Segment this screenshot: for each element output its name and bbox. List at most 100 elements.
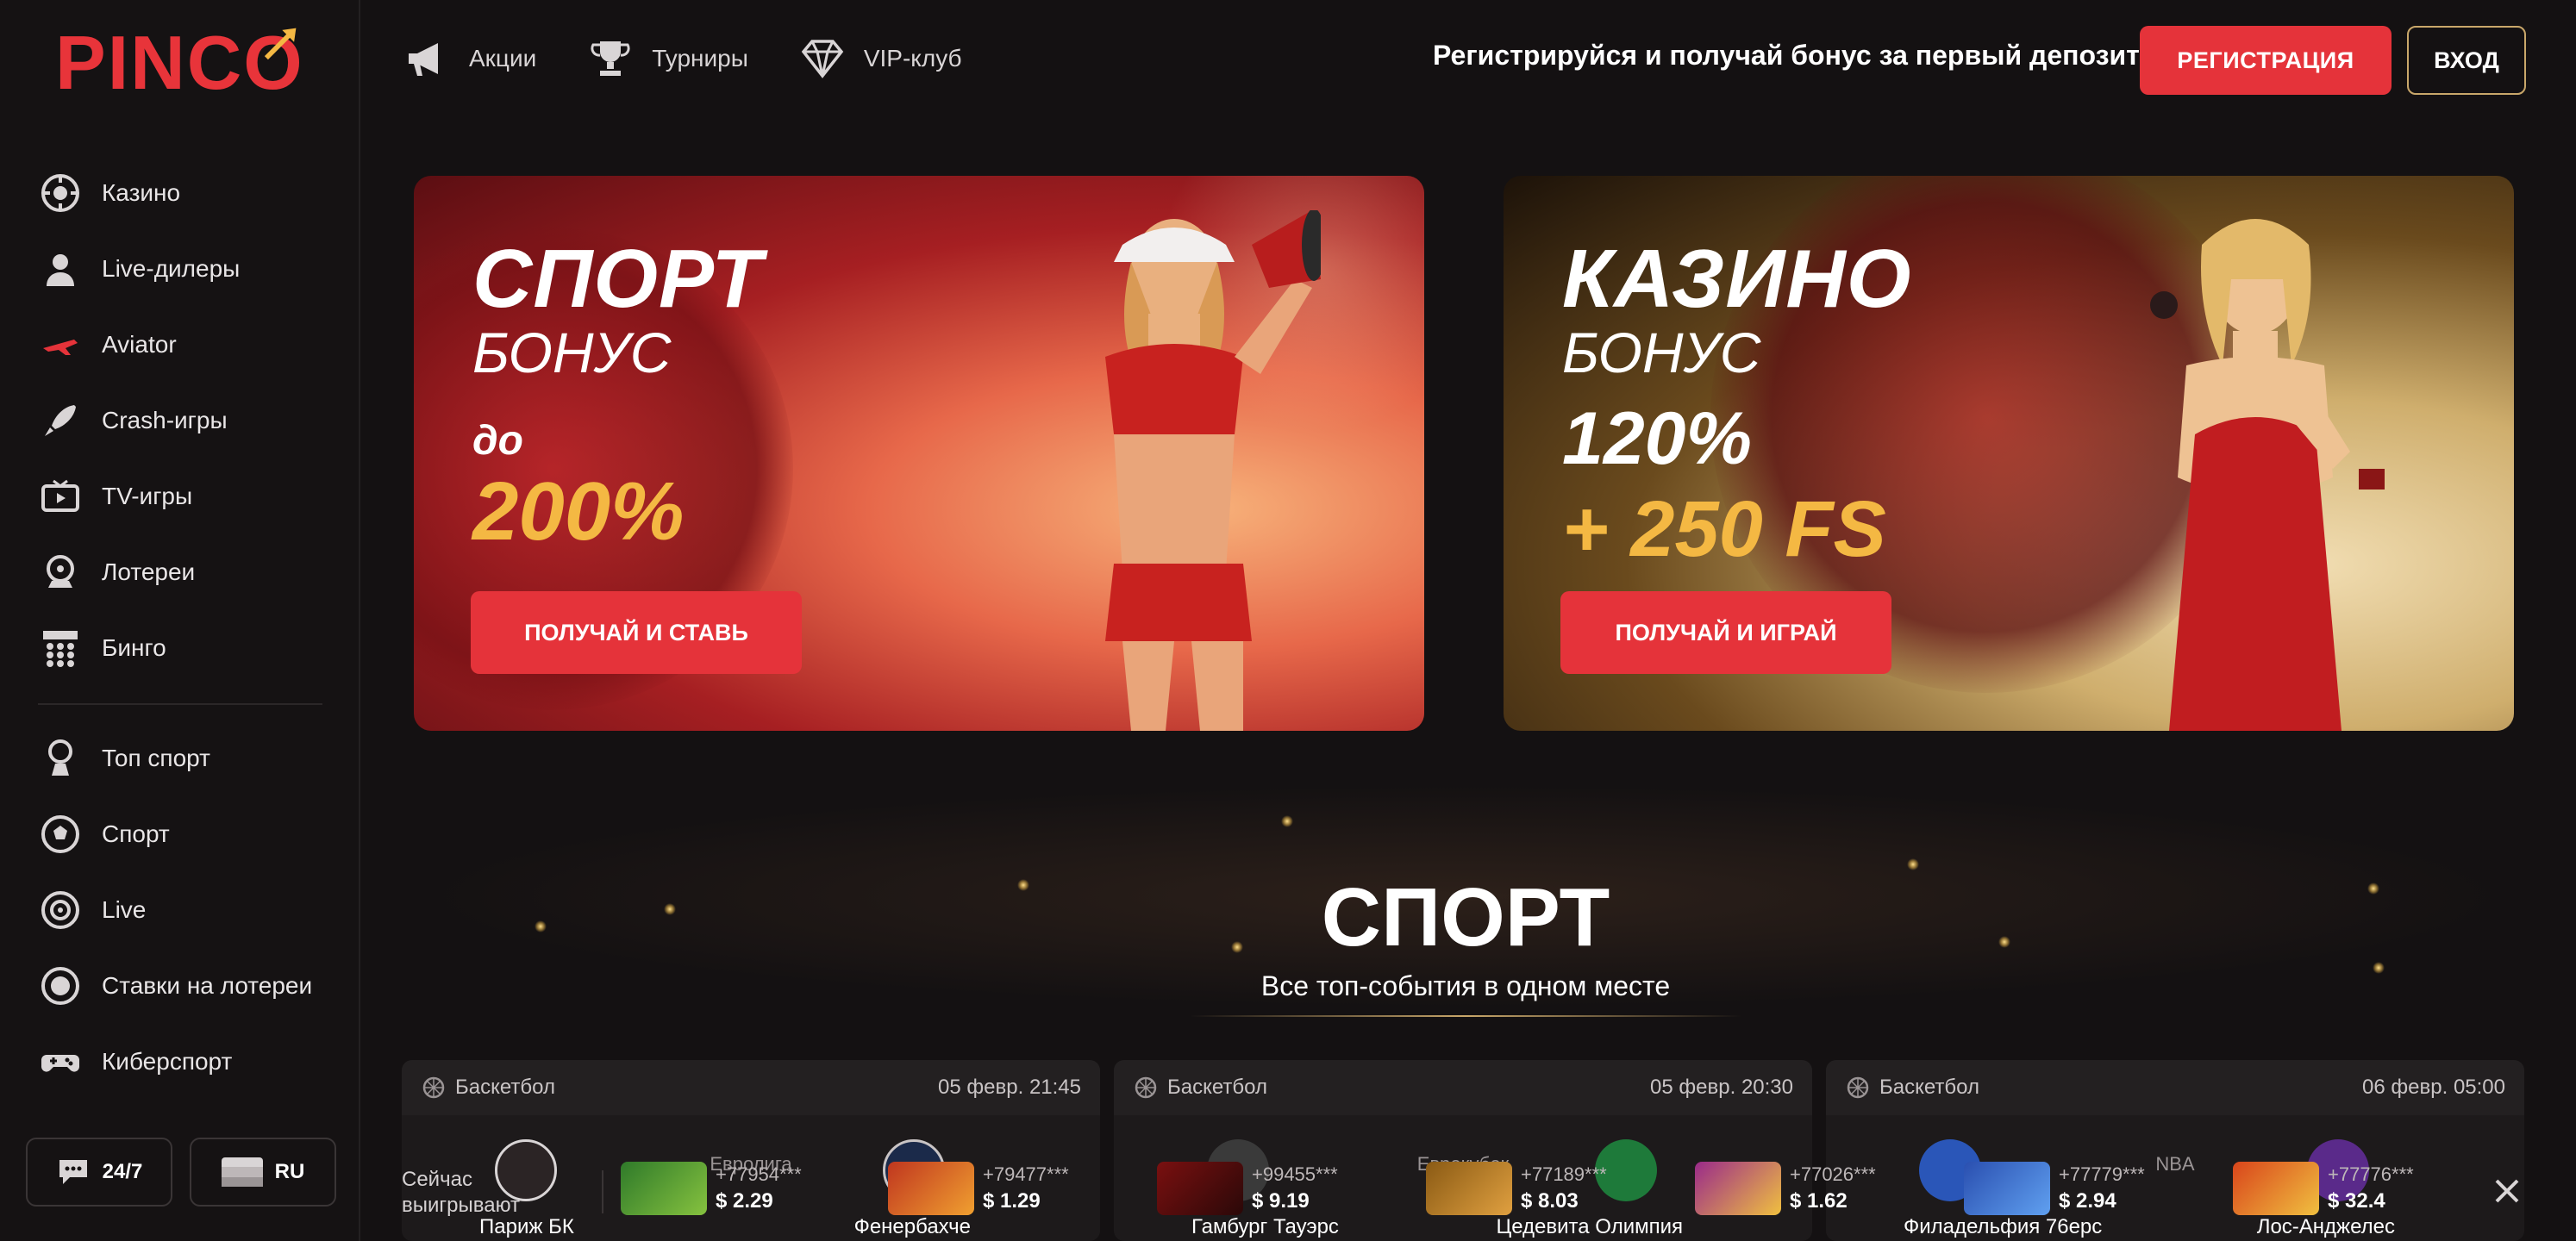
lottery-icon: [38, 550, 83, 595]
sidebar-item-label: Лотереи: [102, 558, 196, 585]
dealer-icon: [38, 246, 83, 291]
match-header: Баскетбол 05 февр. 21:45: [402, 1060, 1100, 1115]
casino-bonus-banner[interactable]: КАЗИНО БОНУС 120% + 250 FS ПОЛУЧАЙ И ИГР…: [1504, 176, 2514, 731]
sidebar-item-crash[interactable]: Crash-игры: [0, 383, 360, 458]
win-item[interactable]: +77779*** $ 2.94: [1964, 1160, 2145, 1217]
sport-name: Баскетбол: [1167, 1076, 1267, 1099]
banner-amount: 200%: [472, 465, 685, 558]
soccer-ball-icon: [38, 812, 83, 857]
support-button[interactable]: 24/7: [26, 1138, 172, 1207]
game-thumbnail: [1157, 1162, 1243, 1215]
get-and-play-button[interactable]: ПОЛУЧАЙ И ИГРАЙ: [1560, 591, 1891, 674]
sidebar-item-live-dealers[interactable]: Live-дилеры: [0, 231, 360, 307]
tv-icon: [38, 474, 83, 519]
sidebar-item-label: Live: [102, 896, 147, 923]
win-amount: $ 1.62: [1790, 1189, 1848, 1213]
win-amount: $ 32.4: [2328, 1189, 2385, 1213]
sport-section-underline: [1190, 1015, 1741, 1017]
banner-amount: 120%: [1562, 397, 1752, 480]
sport-name: Баскетбол: [1879, 1076, 1979, 1099]
win-item[interactable]: +77026*** $ 1.62: [1695, 1160, 1876, 1217]
sidebar-item-esports[interactable]: Киберспорт: [0, 1024, 360, 1100]
sidebar-nav: Казино Live-дилеры Aviator Crash-игры TV…: [0, 155, 360, 1100]
match-date: 05 февр. 21:45: [938, 1076, 1081, 1099]
lottery-ball-icon: [38, 963, 83, 1008]
game-thumbnail: [621, 1162, 707, 1215]
win-item[interactable]: +77189*** $ 8.03: [1426, 1160, 1607, 1217]
sidebar: PINCO Казино Live-дилеры Aviator Crash-и…: [0, 0, 360, 1241]
basketball-icon: [422, 1076, 445, 1099]
nav-label: Турниры: [652, 45, 748, 72]
sport-bonus-banner[interactable]: СПОРТ БОНУС до 200% ПОЛУЧАЙ И СТАВЬ: [414, 176, 1424, 731]
top-nav: Акции Турниры VIP-клуб: [405, 31, 962, 86]
sport-section-title: СПОРТ: [1321, 871, 1610, 963]
flag-icon: [221, 1157, 263, 1187]
sparkle: [1281, 815, 1293, 827]
language-selector[interactable]: RU: [190, 1138, 336, 1207]
sidebar-item-casino[interactable]: Казино: [0, 155, 360, 231]
game-thumbnail: [888, 1162, 974, 1215]
winner-id: +77954***: [716, 1163, 802, 1185]
nav-label: VIP-клуб: [863, 45, 962, 72]
rocket-icon: [38, 398, 83, 443]
ticker-divider: [602, 1170, 603, 1213]
banner-subtitle: БОНУС: [472, 321, 672, 384]
match-sport: Баскетбол: [1135, 1076, 1267, 1100]
bingo-icon: [38, 626, 83, 670]
sidebar-divider: [38, 703, 322, 705]
winner-id: +77779***: [2059, 1163, 2145, 1185]
win-amount: $ 9.19: [1252, 1189, 1310, 1213]
win-amount: $ 2.94: [2059, 1189, 2116, 1213]
win-amount: $ 1.29: [983, 1189, 1041, 1213]
match-date: 05 февр. 20:30: [1650, 1076, 1793, 1099]
sidebar-item-label: Crash-игры: [102, 407, 228, 433]
sidebar-item-label: Бинго: [102, 634, 166, 661]
winner-id: +77026***: [1790, 1163, 1876, 1185]
sidebar-item-bingo[interactable]: Бинго: [0, 610, 360, 686]
match-header: Баскетбол 06 февр. 05:00: [1826, 1060, 2524, 1115]
cup-icon: [591, 41, 630, 76]
nav-tournaments[interactable]: Турниры: [588, 38, 748, 79]
win-item[interactable]: +79477*** $ 1.29: [888, 1160, 1069, 1217]
win-item[interactable]: +99455*** $ 9.19: [1157, 1160, 1338, 1217]
sidebar-item-sport[interactable]: Спорт: [0, 796, 360, 872]
registration-promo-text: Регистрируйся и получай бонус за первый …: [1433, 40, 2140, 71]
pinco-logo[interactable]: PINCO: [55, 24, 314, 102]
trophy-ball-icon: [38, 736, 83, 781]
winners-ticker: Сейчас выигрывают +77954*** $ 2.29 +79477…: [371, 1136, 2576, 1241]
sport-section-subtitle: Все топ-события в одном месте: [1260, 970, 1671, 1001]
game-thumbnail: [1695, 1162, 1781, 1215]
banner-prefix: до: [472, 418, 523, 464]
sidebar-item-aviator[interactable]: Aviator: [0, 307, 360, 383]
nav-promotions[interactable]: Акции: [405, 38, 536, 79]
language-label: RU: [274, 1160, 305, 1183]
basketball-icon: [1135, 1076, 1157, 1099]
megaphone-icon: [409, 43, 438, 76]
sidebar-item-tv-games[interactable]: TV-игры: [0, 458, 360, 534]
game-thumbnail: [2233, 1162, 2319, 1215]
match-header: Баскетбол 05 февр. 20:30: [1114, 1060, 1812, 1115]
nav-label: Акции: [469, 45, 537, 72]
sidebar-item-lottery[interactable]: Лотереи: [0, 534, 360, 610]
basketball-icon: [1847, 1076, 1869, 1099]
sidebar-item-lottery-bets[interactable]: Ставки на лотереи: [0, 948, 360, 1024]
sidebar-item-label: Киберспорт: [102, 1048, 233, 1075]
sidebar-footer: 24/7 RU: [26, 1138, 336, 1207]
register-button[interactable]: РЕГИСТРАЦИЯ: [2140, 26, 2392, 95]
sidebar-item-label: Казино: [102, 179, 181, 206]
banner-free-spins: + 250 FS: [1562, 485, 1886, 573]
sidebar-item-top-sport[interactable]: Топ спорт: [0, 720, 360, 796]
sidebar-item-label: TV-игры: [102, 483, 193, 509]
close-icon[interactable]: [2490, 1174, 2524, 1208]
win-item[interactable]: +77776*** $ 32.4: [2233, 1160, 2414, 1217]
get-and-bet-button[interactable]: ПОЛУЧАЙ И СТАВЬ: [471, 591, 802, 674]
winner-id: +99455***: [1252, 1163, 1338, 1185]
win-item[interactable]: +77954*** $ 2.29: [621, 1160, 802, 1217]
winner-id: +79477***: [983, 1163, 1069, 1185]
winner-id: +77189***: [1521, 1163, 1607, 1185]
arrow-icon: [264, 28, 297, 60]
gamepad-icon: [38, 1039, 83, 1084]
login-button[interactable]: ВХОД: [2407, 26, 2526, 95]
sidebar-item-live[interactable]: Live: [0, 872, 360, 948]
nav-vip-club[interactable]: VIP-клуб: [800, 38, 962, 79]
